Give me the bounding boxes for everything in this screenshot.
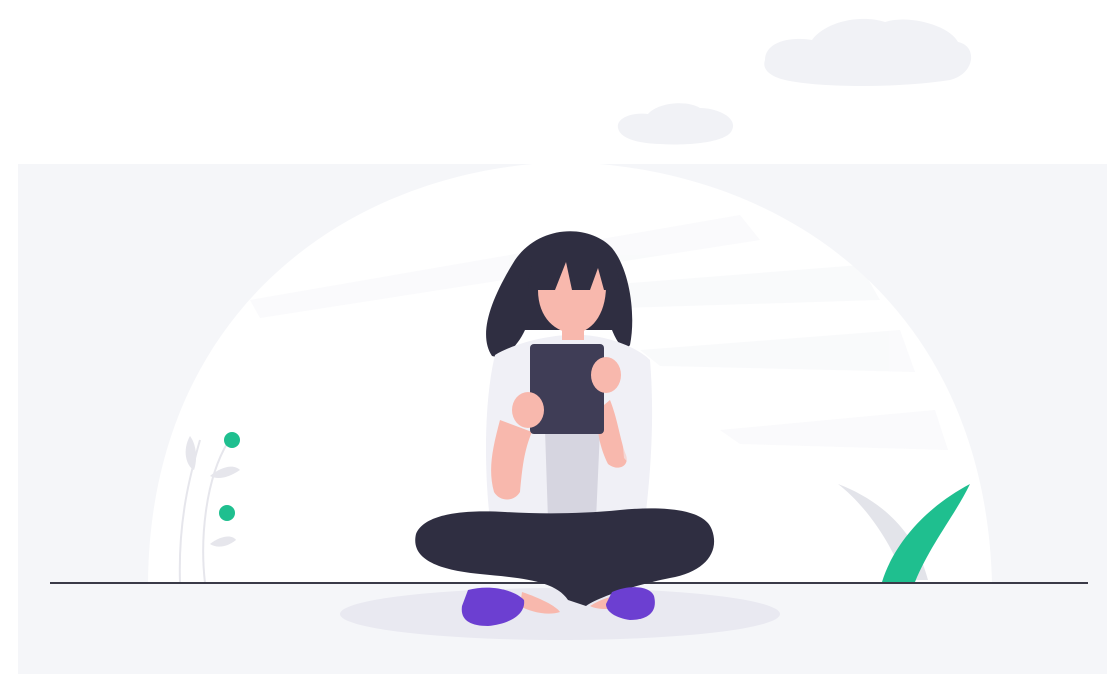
neck: [562, 326, 584, 340]
illustration-stage: [0, 0, 1107, 674]
hand-left: [512, 392, 544, 428]
plant-bud: [224, 432, 240, 448]
undershirt: [545, 430, 600, 520]
cloud-large: [764, 18, 972, 86]
floor-shadow: [340, 588, 780, 640]
plant-bud: [219, 505, 235, 521]
tablet-icon: [530, 344, 604, 434]
cloud-small: [617, 103, 734, 145]
reading-woman-illustration: [18, 18, 1107, 674]
cloud-icon: [617, 18, 972, 145]
hand-right: [591, 357, 621, 393]
